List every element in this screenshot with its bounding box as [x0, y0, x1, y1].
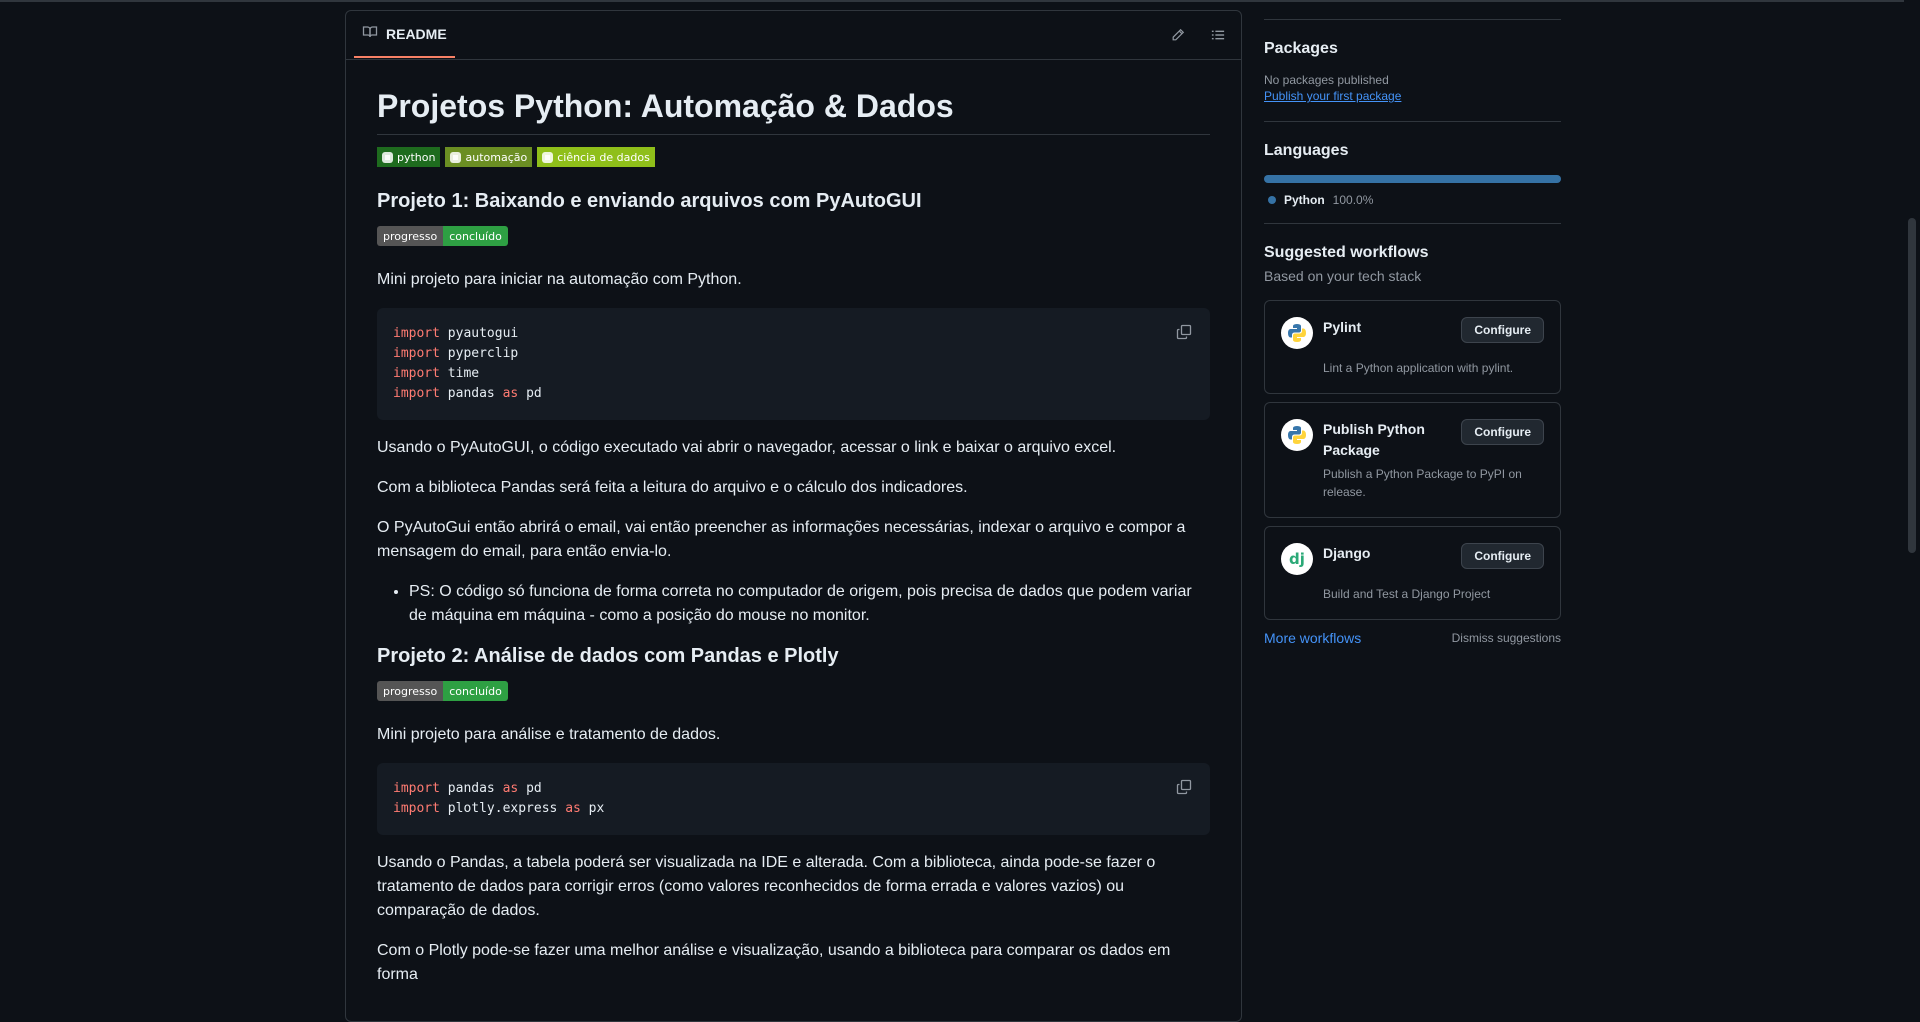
workflow-title[interactable]: Django [1323, 543, 1443, 564]
badge-ciencia-de-dados[interactable]: ciência de dados [537, 147, 655, 167]
code-line: import plotly.express as px [393, 801, 605, 816]
project1-paragraph: Usando o PyAutoGUI, o código executado v… [377, 439, 1117, 456]
project2-heading: Projeto 2: Análise de dados com Pandas e… [377, 645, 839, 667]
project2-intro: Mini projeto para análise e tratamento d… [377, 726, 721, 743]
status-value: concluído [443, 226, 508, 246]
workflows-subheading: Based on your tech stack [1264, 268, 1422, 284]
workflow-title[interactable]: Pylint [1323, 317, 1443, 338]
publish-package-link[interactable]: Publish your first package [1264, 89, 1401, 103]
configure-button[interactable]: Configure [1461, 317, 1544, 343]
scrollbar-thumb[interactable] [1908, 218, 1916, 553]
list-item: PS: O código só funciona de forma corret… [409, 580, 1210, 628]
workflow-card-pylint: Pylint Configure Lint a Python applicati… [1264, 300, 1561, 394]
badge-label: python [397, 150, 436, 164]
code-line: import pyperclip [393, 346, 519, 361]
readme-tab[interactable]: README [354, 11, 455, 58]
project2-paragraph: Com o Plotly pode-se fazer uma melhor an… [377, 942, 1171, 983]
code-line: import pandas as pd [393, 781, 542, 796]
languages-section: Languages Python 100.0% [1264, 122, 1561, 223]
python-icon [382, 151, 393, 163]
edit-pencil-icon[interactable] [1168, 25, 1188, 45]
python-icon [450, 151, 462, 163]
readme-tab-label: README [386, 25, 447, 42]
packages-empty-text: No packages published [1264, 73, 1389, 87]
configure-button[interactable]: Configure [1461, 543, 1544, 569]
configure-button[interactable]: Configure [1461, 419, 1544, 445]
language-item[interactable]: Python 100.0% [1264, 193, 1561, 207]
workflows-section: Suggested workflows Based on your tech s… [1264, 224, 1561, 662]
project1-heading: Projeto 1: Baixando e enviando arquivos … [377, 190, 922, 212]
badge-label: automação [465, 150, 528, 164]
code-block: import pyautogui import pyperclip import t… [377, 308, 1210, 420]
project1-paragraph: Com a biblioteca Pandas será feita a lei… [377, 479, 968, 496]
workflow-description: Publish a Python Package to PyPI on rele… [1323, 467, 1522, 499]
badge-label: ciência de dados [557, 150, 650, 164]
status-badge[interactable]: progresso concluído [377, 226, 1210, 246]
python-logo-icon [1281, 317, 1313, 349]
workflow-description: Lint a Python application with pylint. [1323, 361, 1514, 375]
workflows-footer: More workflows Dismiss suggestions [1264, 630, 1561, 646]
book-icon [362, 24, 378, 43]
code-line: import time [393, 366, 480, 381]
more-workflows-link[interactable]: More workflows [1264, 630, 1361, 646]
project1-intro: Mini projeto para iniciar na automação c… [377, 271, 742, 288]
project1-list: PS: O código só funciona de forma corret… [377, 580, 1210, 628]
workflow-card-django: dj Django Configure Build and Test a Dja… [1264, 526, 1561, 620]
badge-row: python automação ciência de dados [377, 147, 1210, 167]
packages-section: Packages No packages published Publish y… [1264, 20, 1561, 121]
languages-heading: Languages [1264, 142, 1349, 159]
workflow-card-publish-python-package: Publish Python Package Configure Publish… [1264, 402, 1561, 518]
code-block: import pandas as pd import plotly.express… [377, 763, 1210, 835]
language-bar [1264, 175, 1561, 183]
language-percent: 100.0% [1332, 193, 1374, 207]
django-logo-icon: dj [1281, 543, 1313, 575]
code-line: import pandas as pd [393, 386, 542, 401]
code-line: import pyautogui [393, 326, 519, 341]
outline-list-icon[interactable] [1208, 25, 1228, 45]
language-color-dot [1268, 196, 1276, 204]
page-scrollbar[interactable] [1904, 0, 1920, 1000]
copy-icon[interactable] [1174, 322, 1194, 342]
workflows-heading: Suggested workflows [1264, 244, 1429, 261]
copy-icon[interactable] [1174, 777, 1194, 797]
top-border [0, 0, 1920, 2]
badge-automacao[interactable]: automação [445, 147, 533, 167]
workflow-title[interactable]: Publish Python Package [1323, 419, 1443, 461]
readme-panel: README Projetos Python: Automação & Dado… [345, 10, 1242, 1022]
status-label: progresso [377, 226, 444, 246]
workflow-description: Build and Test a Django Project [1323, 587, 1491, 601]
project2-paragraph: Usando o Pandas, a tabela poderá ser vis… [377, 854, 1156, 919]
readme-header: README [346, 11, 1241, 60]
python-icon [542, 151, 554, 163]
dismiss-suggestions-button[interactable]: Dismiss suggestions [1452, 631, 1561, 645]
readme-title: Projetos Python: Automação & Dados [377, 86, 1210, 135]
language-name: Python [1284, 193, 1325, 207]
status-badge[interactable]: progresso concluído [377, 681, 1210, 701]
status-label: progresso [377, 681, 444, 701]
status-value: concluído [443, 681, 508, 701]
badge-python[interactable]: python [377, 147, 441, 167]
readme-content: Projetos Python: Automação & Dados pytho… [346, 60, 1241, 987]
python-logo-icon [1281, 419, 1313, 451]
packages-heading[interactable]: Packages [1264, 40, 1561, 58]
project1-paragraph: O PyAutoGui então abrirá o email, vai en… [377, 519, 1186, 560]
repo-sidebar: Packages No packages published Publish y… [1264, 0, 1561, 662]
